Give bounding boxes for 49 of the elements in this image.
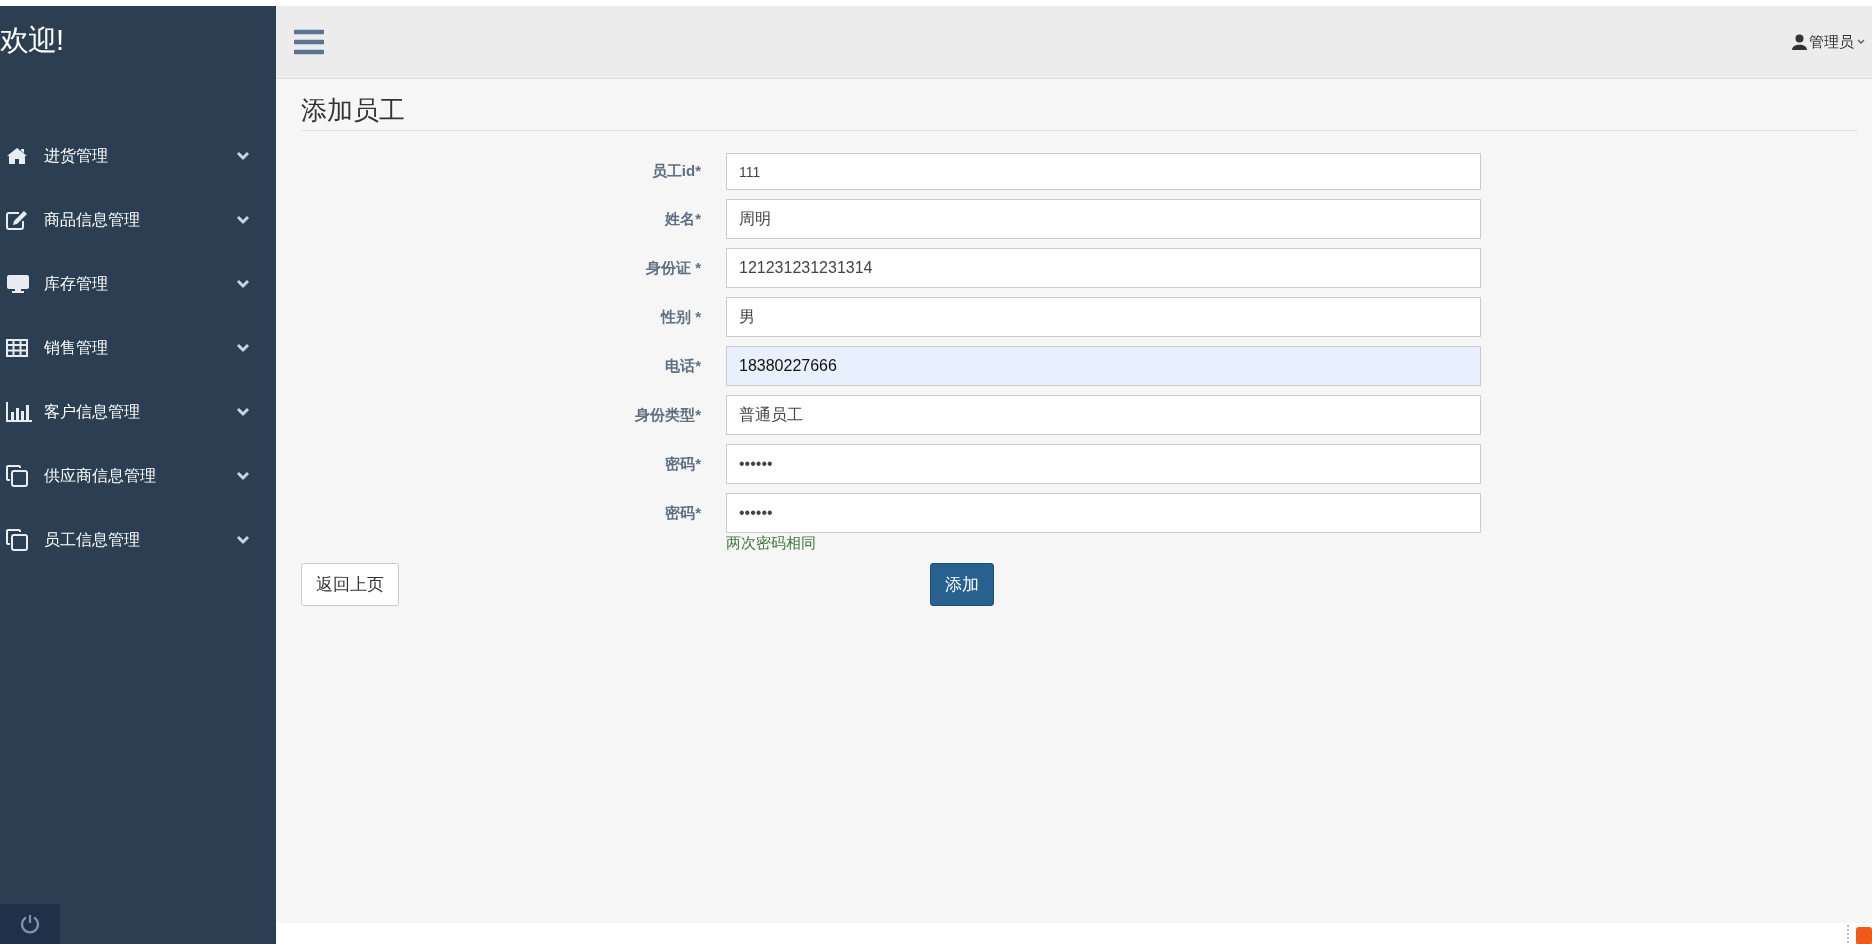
input-field[interactable]: 普通员工: [726, 395, 1481, 435]
chevron-down-icon: [236, 279, 250, 289]
field-label: 电话*: [665, 356, 701, 376]
edit-icon: [6, 210, 28, 230]
field-label: 身份证 *: [646, 258, 701, 278]
sidebar-menu-item[interactable]: 客户信息管理: [0, 380, 276, 444]
input-field[interactable]: 周明: [726, 199, 1481, 239]
sidebar-menu-item[interactable]: 商品信息管理: [0, 188, 276, 252]
power-icon: [19, 913, 41, 935]
menu-icon[interactable]: [294, 29, 324, 55]
field-label: 性别 *: [661, 307, 701, 327]
field-label: 身份类型*: [635, 405, 701, 425]
sidebar-menu-item[interactable]: 供应商信息管理: [0, 444, 276, 508]
chevron-down-icon: [236, 535, 250, 545]
user-menu[interactable]: 管理员: [1792, 32, 1866, 52]
sidebar-menu-item[interactable]: 销售管理: [0, 316, 276, 380]
chevron-down-icon: [236, 471, 250, 481]
sidebar-menu-item[interactable]: 库存管理: [0, 252, 276, 316]
sidebar-menu-item[interactable]: 员工信息管理: [0, 508, 276, 572]
sidebar-menu-item[interactable]: 进货管理: [0, 124, 276, 188]
input-field[interactable]: 18380227666: [726, 346, 1481, 386]
hint-text: 两次密码相同: [726, 534, 817, 553]
monitor-icon: [6, 274, 30, 294]
floating-widget-icon[interactable]: [1846, 923, 1872, 944]
input-field[interactable]: 121231231231314: [726, 248, 1481, 288]
sidebar-title: 欢迎!: [0, 23, 64, 58]
chevron-down-icon: [236, 343, 250, 353]
field-label: 员工id*: [651, 162, 701, 181]
copy-icon: [6, 465, 28, 487]
input-field[interactable]: 男: [726, 297, 1481, 337]
chevron-down-icon: [236, 151, 250, 161]
home-icon: [6, 147, 28, 165]
user-icon: [1792, 34, 1807, 50]
page-title: 添加员工: [301, 79, 1858, 131]
input-field[interactable]: ••••••: [726, 493, 1481, 533]
input-field[interactable]: ••••••: [726, 444, 1481, 484]
chevron-down-icon: [236, 407, 250, 417]
chevron-down-icon: [236, 215, 250, 225]
field-label: 姓名*: [665, 209, 701, 229]
copy-icon: [6, 529, 28, 551]
table-icon: [6, 339, 28, 357]
back-button[interactable]: 返回上页: [301, 563, 399, 606]
caret-icon: [1856, 38, 1866, 46]
submit-button[interactable]: 添加: [930, 563, 994, 606]
input-field[interactable]: 111: [726, 153, 1481, 190]
power-button[interactable]: [0, 904, 60, 944]
field-label: 密码*: [665, 503, 701, 523]
bar-chart-icon: [6, 402, 32, 422]
field-label: 密码*: [665, 454, 701, 474]
